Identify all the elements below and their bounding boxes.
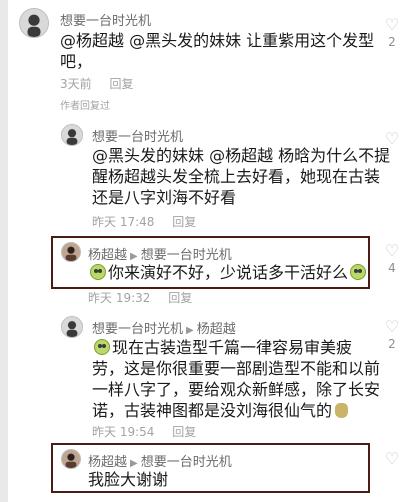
reply-button[interactable]: 回复 — [109, 77, 133, 91]
comment-text-row: 你来演好不好，少说话多干活好么 — [88, 262, 368, 283]
comment-text-line-content: 诺，古装神图都是没刘海很仙气的 — [92, 401, 333, 420]
comment-text-line: 诺，古装神图都是没刘海很仙气的 — [92, 400, 380, 421]
reply-arrow-icon: ▶ — [130, 458, 138, 469]
comment-author[interactable]: 想要一台时光机 — [60, 10, 151, 29]
comment-text: 我脸大谢谢 — [88, 470, 169, 489]
reply-arrow-icon: ▶ — [186, 325, 194, 336]
comment-time: 3天前 — [60, 77, 92, 91]
reply-to-name[interactable]: 杨超越 — [197, 322, 236, 337]
author-replied-badge: 作者回复过 — [60, 101, 110, 112]
avatar[interactable] — [61, 449, 81, 469]
reply-button[interactable]: 回复 — [172, 425, 196, 439]
comment-time: 昨天 17:48 — [92, 215, 155, 229]
reply-to-name[interactable]: 想要一台时光机 — [141, 455, 232, 470]
avatar[interactable] — [19, 8, 49, 38]
reply-header: 想要一台时光机 ▶ 杨超越 — [92, 318, 236, 337]
comment-text-line: 还是八字刘海不好看 — [92, 188, 237, 207]
money-bag-emoji-icon — [335, 403, 349, 418]
heart-outline-icon: ♡ — [384, 15, 400, 34]
grin-emoji-icon — [90, 264, 106, 280]
comment-text-line: 一样八字了，要给观众新鲜感，除了长安 — [92, 380, 381, 399]
heart-outline-icon: ♡ — [384, 449, 400, 468]
comment-text-line-content: 现在古装造型千篇一律容易审美疲 — [112, 338, 353, 357]
comment-text-line: @杨超越 @黑头发的妹妹 让重紫用这个发型 — [60, 31, 375, 50]
like-count: 2 — [388, 337, 396, 351]
comment-text: 你来演好不好，少说话多干活好么 — [108, 263, 349, 282]
comment-text-line: 醒杨超越头发全梳上去好看，她现在古装 — [92, 167, 381, 186]
avatar[interactable] — [61, 316, 83, 338]
like-button[interactable]: ♡ 2 — [382, 15, 402, 50]
comment-author[interactable]: 想要一台时光机 — [92, 322, 183, 337]
left-edge-strip — [0, 0, 8, 502]
heart-outline-icon: ♡ — [384, 317, 400, 336]
comment-time: 昨天 19:54 — [92, 425, 155, 439]
comment-text-line: 现在古装造型千篇一律容易审美疲 — [92, 337, 380, 358]
heart-outline-icon: ♡ — [384, 129, 400, 148]
grin-emoji-icon — [350, 264, 367, 280]
reply-arrow-icon: ▶ — [130, 251, 138, 262]
grin-emoji-icon — [94, 339, 110, 355]
like-button[interactable]: ♡ 4 — [382, 241, 402, 276]
like-count: 4 — [388, 261, 396, 275]
heart-outline-icon: ♡ — [384, 241, 400, 260]
reply-header: 杨超越 ▶ 想要一台时光机 — [88, 451, 232, 470]
comment-text-line: 吧， — [60, 52, 93, 71]
comment-author[interactable]: 想要一台时光机 — [92, 126, 183, 145]
like-count: 2 — [388, 35, 396, 49]
comment-author[interactable]: 杨超越 — [88, 248, 127, 263]
like-button[interactable]: ♡ 2 — [382, 317, 402, 352]
like-button[interactable]: ♡ — [382, 131, 402, 147]
avatar[interactable] — [61, 242, 81, 262]
reply-to-name[interactable]: 想要一台时光机 — [141, 248, 232, 263]
like-button[interactable]: ♡ — [382, 451, 402, 467]
avatar[interactable] — [61, 124, 83, 146]
reply-button[interactable]: 回复 — [168, 291, 192, 305]
comment-time: 昨天 19:32 — [88, 291, 151, 305]
comment-author[interactable]: 杨超越 — [88, 455, 127, 470]
comment-text-line: 劳，这是你很重要一部剧造型不能和以前 — [92, 359, 381, 378]
reply-header: 杨超越 ▶ 想要一台时光机 — [88, 244, 232, 263]
comment-text-line: @黑头发的妹妹 @杨超越 杨晗为什么不提 — [92, 146, 391, 165]
reply-button[interactable]: 回复 — [172, 215, 196, 229]
